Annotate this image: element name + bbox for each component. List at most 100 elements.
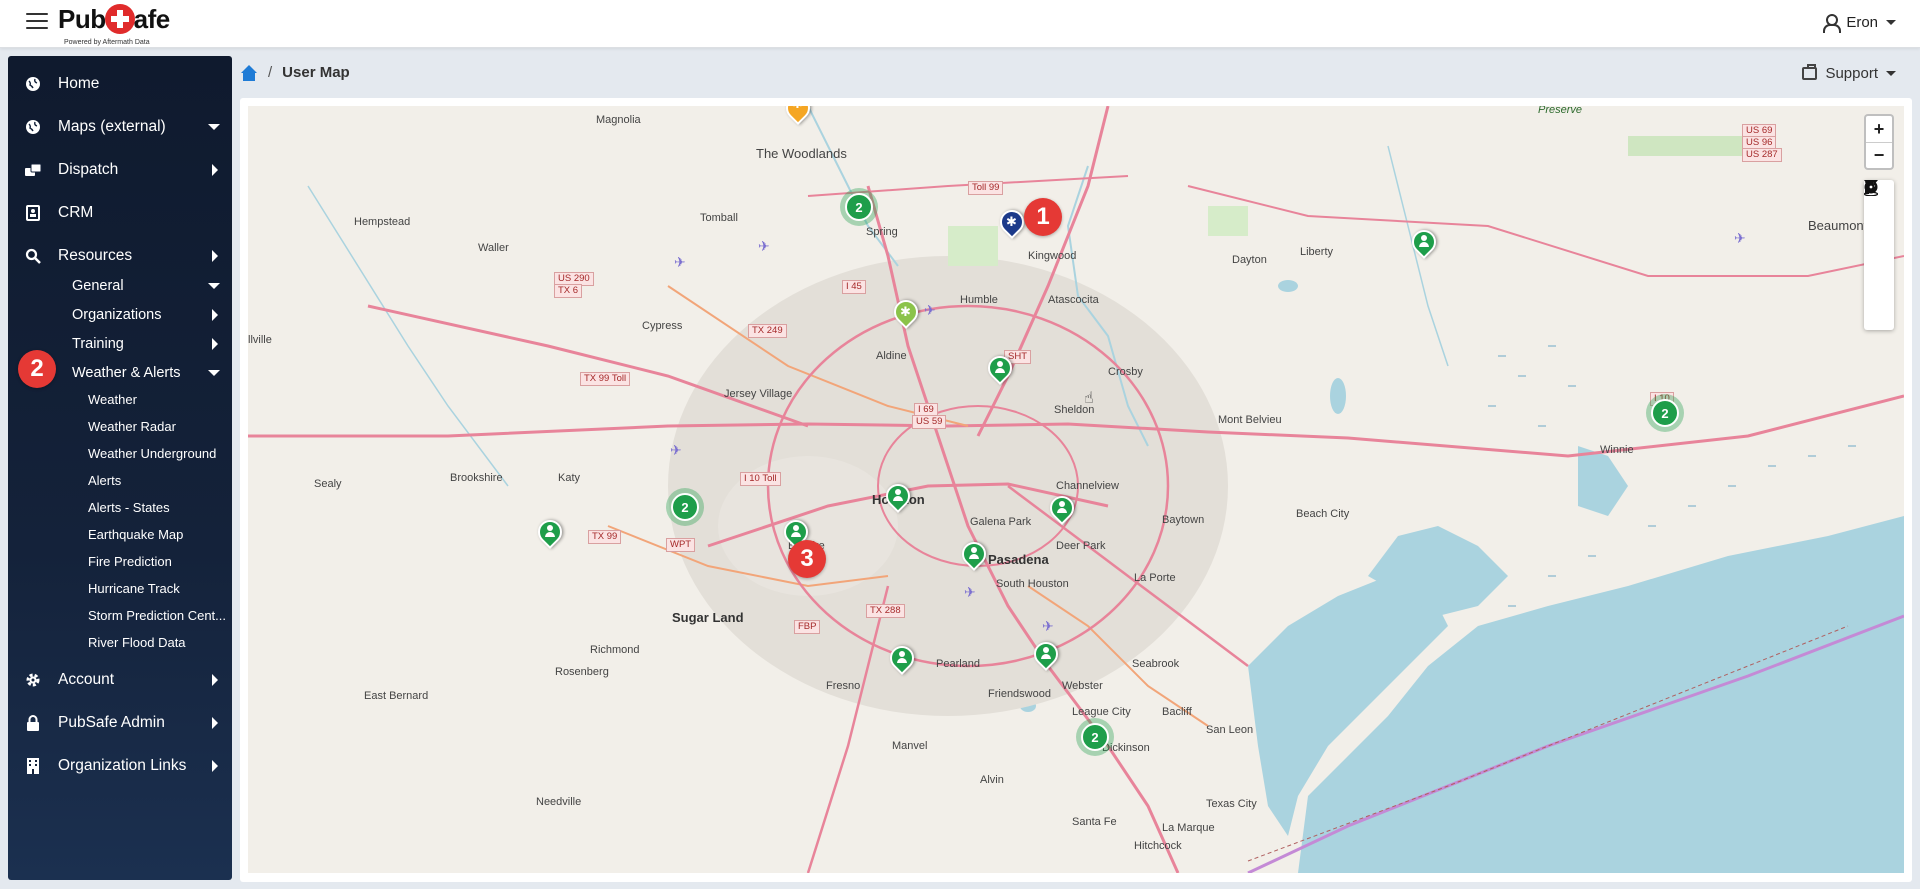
sidebar-subitem-organizations[interactable]: Organizations (8, 301, 232, 328)
zoom-in-button[interactable]: + (1866, 116, 1892, 142)
globe-icon (24, 75, 42, 93)
sidebar-link-label: Weather (88, 392, 137, 407)
user-marker[interactable] (1045, 491, 1079, 530)
place-label: Spring (866, 226, 898, 238)
user-marker[interactable] (533, 515, 567, 554)
user-icon (897, 651, 907, 663)
marker-cluster[interactable]: 2 (840, 188, 878, 226)
hamburger-menu-icon[interactable] (26, 13, 48, 31)
sidebar-item-crm[interactable]: CRM (8, 193, 232, 233)
sidebar-subitem-label: Organizations (72, 306, 162, 323)
sidebar-item-label: PubSafe Admin (58, 714, 165, 731)
incident-marker[interactable]: ✱ (889, 295, 923, 334)
breadcrumb-separator: / (268, 64, 273, 81)
chevron-down-icon (1886, 71, 1896, 76)
place-label: Jersey Village (724, 388, 793, 400)
globe-icon[interactable] (1864, 180, 1894, 240)
sidebar-link-label: Hurricane Track (88, 581, 180, 596)
sidebar-link-weather-underground[interactable]: Weather Underground (8, 440, 232, 467)
chevron-down-icon (208, 124, 220, 130)
marker-cluster[interactable]: 2 (666, 488, 704, 526)
pubsafe-logo[interactable]: Pub afe Powered by Aftermath Data (58, 4, 178, 46)
place-label: South Houston (996, 578, 1069, 590)
sidebar-link-fire-prediction[interactable]: Fire Prediction (8, 548, 232, 575)
medical-marker[interactable]: ✱ (995, 205, 1029, 244)
chevron-right-icon (212, 164, 218, 176)
sidebar-link-river-flood-data[interactable]: River Flood Data (8, 629, 232, 656)
user-marker[interactable] (957, 537, 991, 576)
road-shield: FBP (794, 620, 821, 634)
sidebar-link-weather-radar[interactable]: Weather Radar (8, 413, 232, 440)
place-label: Cypress (642, 320, 683, 332)
user-marker[interactable] (1407, 225, 1441, 264)
zoom-out-button[interactable]: − (1866, 142, 1892, 168)
place-label: Deer Park (1056, 540, 1106, 552)
place-label: The Woodlands (756, 146, 847, 161)
user-marker[interactable] (881, 479, 915, 518)
sidebar-subitem-general[interactable]: General (8, 272, 232, 299)
user-marker[interactable] (885, 641, 919, 680)
chevron-right-icon (212, 674, 218, 686)
place-label: Rosenberg (555, 666, 609, 678)
place-label: Brookshire (450, 472, 503, 484)
user-icon (545, 525, 555, 537)
airport-icon: ✈ (1042, 618, 1054, 634)
marker-cluster[interactable]: 2 (1076, 718, 1114, 756)
sidebar-subitem-label: Weather & Alerts (72, 364, 181, 381)
sidebar-link-earthquake-map[interactable]: Earthquake Map (8, 521, 232, 548)
place-label: Needville (536, 796, 582, 808)
info-icon[interactable] (1864, 180, 1894, 300)
place-label: Liberty (1300, 246, 1334, 258)
chevron-down-icon (208, 369, 220, 376)
sidebar-item-account[interactable]: Account (8, 660, 232, 700)
sidebar-item-dispatch[interactable]: Dispatch (8, 150, 232, 190)
place-label: Santa Fe (1072, 816, 1117, 828)
user-menu[interactable]: Eron (1822, 13, 1896, 33)
place-label: Richmond (590, 644, 640, 656)
support-menu[interactable]: Support (1802, 64, 1896, 82)
sidebar-link-storm-prediction[interactable]: Storm Prediction Cent... (8, 602, 232, 629)
road-shield: I 45 (842, 280, 866, 294)
home-icon[interactable] (240, 64, 258, 81)
place-label: League City (1072, 706, 1131, 718)
place-label: Mont Belvieu (1218, 414, 1282, 426)
sidebar-link-hurricane-track[interactable]: Hurricane Track (8, 575, 232, 602)
address-book-icon (24, 204, 42, 222)
sidebar-link-alerts[interactable]: Alerts (8, 467, 232, 494)
place-label: Sealy (314, 478, 342, 490)
chevron-right-icon (212, 760, 218, 772)
sidebar-item-maps-external[interactable]: Maps (external) (8, 107, 232, 147)
place-label: Dayton (1232, 254, 1267, 266)
user-marker[interactable] (1029, 637, 1063, 676)
incident-marker[interactable]: ✱ (781, 106, 815, 130)
airport-icon: ✈ (964, 584, 976, 600)
road-shield: US 59 (912, 415, 947, 429)
user-marker[interactable] (983, 351, 1017, 390)
place-label: Friendswood (988, 688, 1051, 700)
place-label: Hempstead (354, 216, 411, 228)
user-map[interactable]: Magnolia The Woodlands Hempstead Tomball… (248, 106, 1904, 873)
support-label: Support (1825, 65, 1878, 82)
user-icon (969, 547, 979, 559)
step-badge-3: 3 (788, 540, 826, 578)
gear-icon[interactable] (1864, 181, 1894, 330)
airport-icon: ✈ (1734, 230, 1746, 246)
street-view-icon[interactable] (1864, 180, 1894, 270)
sidebar-item-label: Organization Links (58, 757, 187, 774)
zoom-control: + − (1864, 114, 1894, 170)
marker-cluster[interactable]: 2 (1646, 394, 1684, 432)
sidebar-link-label: Storm Prediction Cent... (88, 608, 226, 623)
sidebar-item-pubsafe-admin[interactable]: PubSafe Admin (8, 703, 232, 743)
star-of-life-icon: ✱ (1006, 214, 1017, 229)
search-icon (24, 247, 42, 265)
sidebar-item-home[interactable]: Home (8, 64, 232, 104)
place-label: Waller (478, 242, 509, 254)
sidebar-link-alerts-states[interactable]: Alerts - States (8, 494, 232, 521)
sidebar-item-resources[interactable]: Resources (8, 236, 232, 276)
lock-icon (24, 714, 42, 732)
road-shield: WPT (666, 538, 696, 552)
sidebar-link-weather[interactable]: Weather (8, 386, 232, 413)
road-shield: US 287 (1742, 148, 1782, 162)
place-label: San Leon (1206, 724, 1254, 736)
sidebar-item-organization-links[interactable]: Organization Links (8, 746, 232, 786)
